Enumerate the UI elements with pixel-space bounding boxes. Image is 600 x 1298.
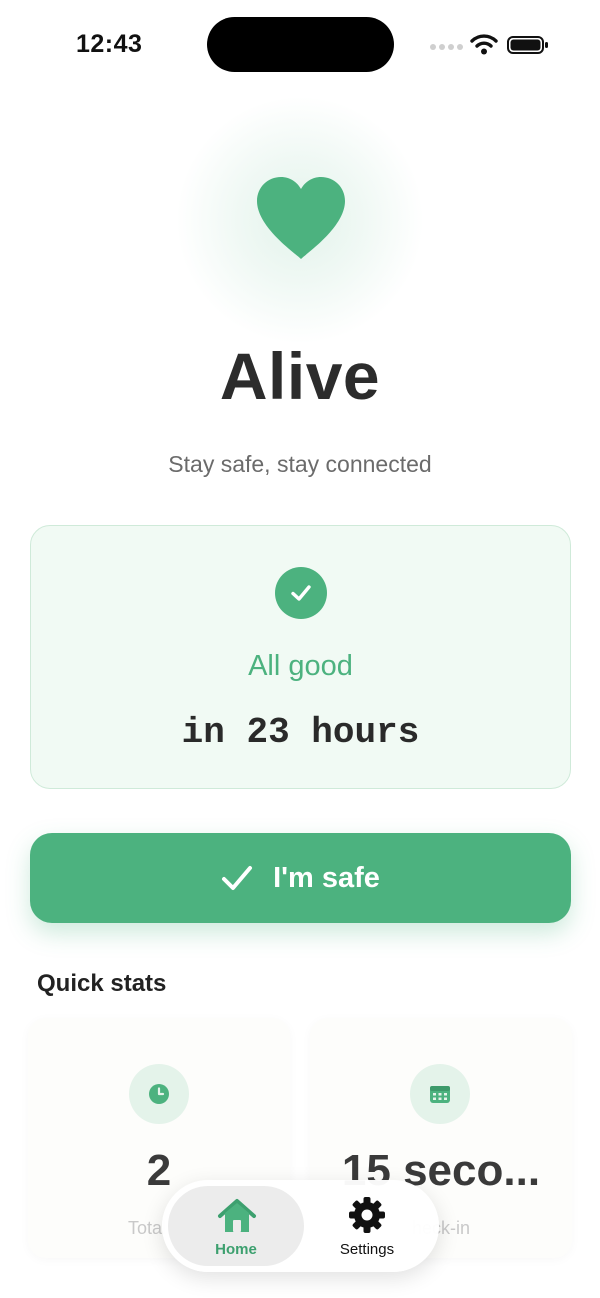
dynamic-island [207,17,394,72]
tab-bar: Home Settings [162,1180,439,1272]
tab-settings-label: Settings [339,1241,395,1258]
wifi-icon [470,34,498,55]
tab-home[interactable]: Home [168,1186,304,1266]
app-subtitle: Stay safe, stay connected [168,451,432,477]
check-circle-icon [275,567,327,619]
home-screen: 12:43 Alive Stay safe, stay connected Al… [0,0,600,1298]
heart-icon [257,177,345,259]
status-countdown: in 23 hours [181,712,420,753]
quick-stats-title: Quick stats [37,970,167,997]
im-safe-button-label: I'm safe [273,861,380,894]
status-card: All good in 23 hours [30,525,571,789]
status-label: All good [248,650,353,682]
im-safe-button[interactable]: I'm safe [30,833,571,923]
battery-icon [507,36,548,54]
app-title: Alive [219,339,381,413]
tab-settings[interactable]: Settings [302,1186,432,1266]
tab-home-label: Home [215,1241,257,1258]
status-bar: 12:43 [0,0,600,90]
status-time: 12:43 [76,30,143,58]
home-icon [218,1199,256,1232]
calendar-icon [410,1064,470,1124]
gear-icon [349,1197,385,1233]
cellular-signal-icon [430,44,464,54]
clock-icon [129,1064,189,1124]
check-icon [222,866,253,890]
